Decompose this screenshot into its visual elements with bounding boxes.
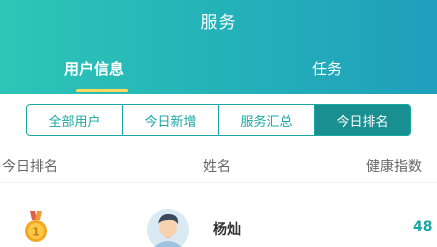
column-header-health: 健康指数 [366, 159, 422, 175]
gold-medal-icon: 1 [25, 211, 47, 242]
segment-service-summary[interactable]: 服务汇总 [219, 105, 315, 135]
segment-all-users[interactable]: 全部用户 [27, 105, 123, 135]
active-tab-indicator [76, 89, 128, 92]
health-score: 48 [413, 219, 433, 235]
medal-rank-number: 1 [32, 226, 40, 239]
column-header-name: 姓名 [203, 159, 231, 175]
segment-control: 全部用户 今日新增 服务汇总 今日排名 [26, 104, 411, 136]
tab-user-info[interactable]: 用户信息 [64, 58, 124, 79]
tab-tasks[interactable]: 任务 [312, 58, 342, 79]
user-name: 杨灿 [213, 222, 241, 238]
user-avatar-icon [147, 209, 189, 247]
page-title: 服务 [200, 13, 237, 33]
header-divider [0, 182, 437, 183]
segment-new-today[interactable]: 今日新增 [123, 105, 219, 135]
app-header: 服务 用户信息 任务 [0, 0, 437, 94]
segment-today-ranking[interactable]: 今日排名 [315, 105, 410, 135]
column-header-rank: 今日排名 [2, 159, 58, 175]
